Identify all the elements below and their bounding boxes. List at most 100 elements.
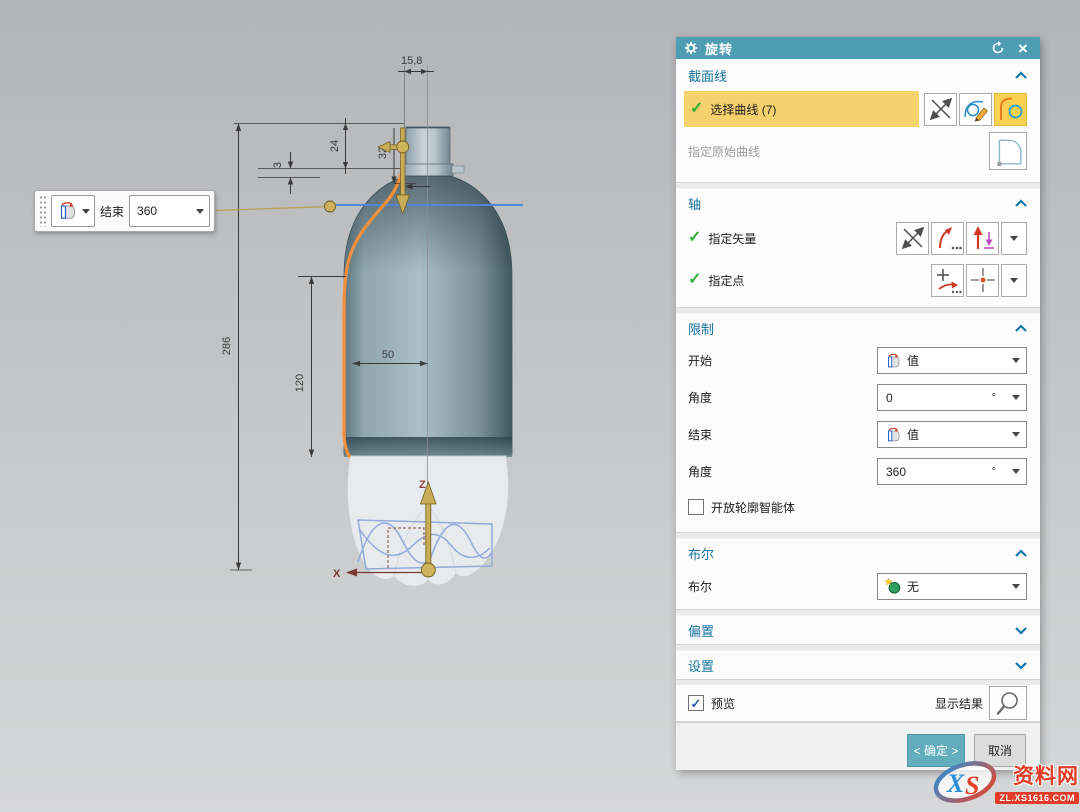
dialog-title: 旋转 [705, 39, 733, 58]
origin-curve-button[interactable] [989, 132, 1027, 170]
chevron-down-icon [1014, 661, 1028, 670]
degree-symbol: ° [992, 466, 996, 478]
onscreen-angle-input: 结束 [34, 190, 215, 232]
show-result-button[interactable] [989, 686, 1027, 720]
dim-total-height: 286 [221, 337, 233, 355]
revolve-value-icon [884, 426, 902, 444]
offset-header[interactable]: 偏置 [676, 616, 1040, 644]
section-title: 布尔 [688, 544, 714, 563]
inferred-vector-button[interactable] [966, 222, 999, 255]
magnifier-icon [994, 689, 1022, 717]
vector-deselect-button[interactable] [896, 222, 929, 255]
dialog-titlebar[interactable]: 旋转 × [676, 37, 1040, 59]
settings-header[interactable]: 设置 [676, 651, 1040, 679]
check-icon: ✓ [691, 697, 702, 710]
reset-button[interactable] [989, 39, 1007, 57]
chevron-down-icon [1012, 358, 1020, 363]
inferred-point-button[interactable] [966, 264, 999, 297]
curve-mode-button[interactable] [994, 93, 1027, 126]
quarter-profile-icon [993, 136, 1023, 166]
close-button[interactable]: × [1014, 39, 1032, 57]
open-profile-checkbox[interactable] [688, 499, 704, 515]
section-title: 设置 [688, 656, 714, 675]
chevron-up-icon [1014, 71, 1028, 80]
dim-top-width: 15,8 [401, 55, 422, 67]
preview-row: ✓ 预览 显示结果 [676, 685, 1040, 722]
boolean-header[interactable]: 布尔 [676, 539, 1040, 567]
crosshair-point-icon [969, 266, 997, 294]
dim-body-height: 120 [294, 374, 306, 392]
point-constructor-icon [934, 266, 962, 294]
show-result-label: 显示结果 [935, 695, 983, 712]
section-title: 截面线 [688, 66, 727, 85]
origin-handle[interactable] [421, 563, 435, 577]
end-type-combo[interactable]: 值 [877, 421, 1027, 448]
drag-grip[interactable] [39, 195, 47, 227]
watermark-url: ZL.XS1616.COM [995, 792, 1079, 804]
boolean-combo[interactable]: 无 [877, 573, 1027, 600]
chevron-down-icon [1012, 584, 1020, 589]
application-viewport: 15,8 24 3 32 [0, 0, 1080, 812]
dim-lip: 3 [272, 162, 284, 168]
check-icon: ✓ [688, 230, 701, 246]
input-leader-line [214, 207, 330, 211]
end-angle-field [129, 195, 210, 227]
dim-radius: 50 [382, 349, 394, 361]
start-type-combo[interactable]: 值 [877, 347, 1027, 374]
chevron-down-icon[interactable] [1012, 469, 1020, 474]
axis-header[interactable]: 轴 [676, 189, 1040, 217]
cross-arrows-icon [899, 224, 927, 252]
sketch-section-button[interactable] [959, 93, 992, 126]
angle-drag-handle[interactable] [325, 201, 336, 212]
watermark: X S 资料网 ZL.XS1616.COM [930, 752, 1080, 810]
start-label: 开始 [688, 352, 712, 369]
preview-checkbox[interactable]: ✓ [688, 695, 704, 711]
start-angle-input[interactable] [884, 390, 992, 406]
vector-options-dropdown[interactable] [1001, 222, 1027, 255]
axis-group: 轴 ✓ 指定矢量 [676, 188, 1040, 308]
degree-symbol: ° [992, 392, 996, 404]
chevron-up-icon [1014, 549, 1028, 558]
select-curve-row[interactable]: ✓ 选择曲线 (7) [684, 91, 919, 127]
specify-point-label: 指定点 [708, 272, 744, 289]
body-bottom-band [344, 437, 512, 457]
point-options-dropdown[interactable] [1001, 264, 1027, 297]
section-line-header[interactable]: 截面线 [676, 60, 1040, 90]
boolean-label: 布尔 [688, 578, 712, 595]
watermark-logo: X S [930, 754, 1004, 808]
start-type-value: 值 [907, 352, 919, 369]
open-profile-label: 开放轮廓智能体 [711, 499, 795, 516]
flange-tab [452, 166, 464, 173]
end-angle-input[interactable] [884, 464, 992, 480]
vector-dialog-button[interactable] [931, 222, 964, 255]
chevron-down-icon [196, 209, 204, 214]
angle-label: 角度 [688, 389, 712, 406]
end-angle-input[interactable] [135, 203, 179, 219]
section-title: 轴 [688, 194, 701, 213]
point-dialog-button[interactable] [931, 264, 964, 297]
model-canvas[interactable]: 15,8 24 3 32 [0, 0, 676, 812]
inferred-vector-icon [969, 224, 997, 252]
chevron-up-icon [1014, 199, 1028, 208]
gear-icon [684, 41, 698, 55]
logo-letter-x: X [946, 769, 965, 798]
check-icon: ✓ [690, 101, 703, 117]
origin-curve-label: 指定原始曲线 [688, 143, 760, 160]
section-line-group: 截面线 ✓ 选择曲线 (7) [676, 59, 1040, 183]
z-axis-arrow[interactable] [426, 500, 431, 570]
chevron-down-icon[interactable] [1012, 395, 1020, 400]
sketch-curve-pencil-icon [962, 95, 990, 123]
end-option-dropdown[interactable] [51, 195, 95, 227]
section-title: 偏置 [688, 621, 714, 640]
limits-header[interactable]: 限制 [676, 314, 1040, 342]
dim-neck-height: 24 [329, 140, 341, 152]
preview-label: 预览 [711, 695, 735, 712]
deselect-swap-button[interactable] [924, 93, 957, 126]
boolean-value: 无 [907, 578, 919, 595]
end-label: 结束 [688, 426, 712, 443]
end-type-value: 值 [907, 426, 919, 443]
boolean-none-icon [884, 577, 902, 595]
chevron-down-icon [1010, 236, 1018, 241]
specify-vector-label: 指定矢量 [708, 230, 756, 247]
vector-constructor-icon [934, 224, 962, 252]
